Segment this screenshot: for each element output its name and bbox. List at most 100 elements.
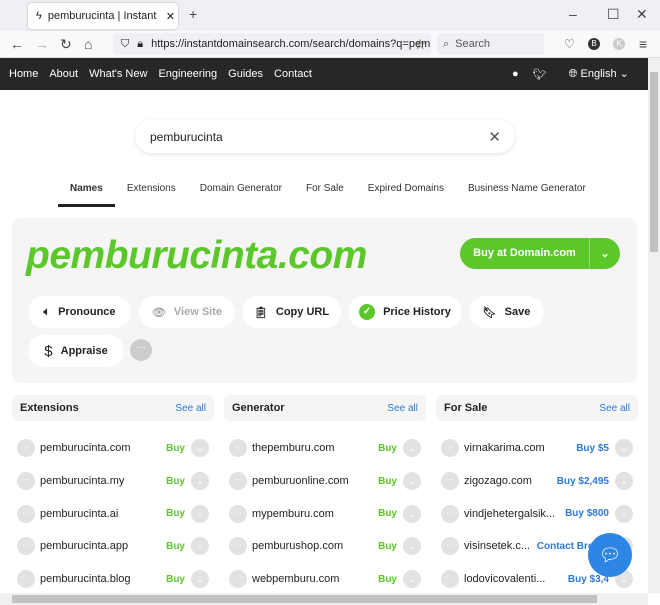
browser-tab[interactable]: ϟ pemburucinta | Instant Domain ✕ bbox=[28, 3, 178, 29]
buy-link[interactable]: Buy bbox=[378, 443, 397, 454]
copy-url-button[interactable]: 📋︎ Copy URL bbox=[242, 296, 341, 328]
domain-name[interactable]: pemburucinta.com bbox=[40, 442, 160, 454]
home-icon[interactable]: ⌂ bbox=[84, 36, 92, 52]
buy-link[interactable]: Buy $5 bbox=[576, 443, 609, 454]
chevron-down-icon[interactable]: ⌄ bbox=[615, 472, 633, 491]
buy-at-domain-button[interactable]: Buy at Domain.com ⌄ bbox=[460, 238, 620, 269]
domain-row[interactable]: ··· mypemburu.com Buy ⌄ bbox=[224, 497, 426, 530]
chevron-down-icon[interactable]: ⌄ bbox=[191, 537, 209, 556]
clear-icon[interactable]: ✕ bbox=[488, 128, 501, 146]
twitter-icon[interactable]: 🐦︎ bbox=[533, 68, 547, 81]
domain-row[interactable]: ··· pemburuonline.com Buy ⌄ bbox=[224, 465, 426, 498]
nav-about[interactable]: About bbox=[49, 68, 78, 80]
url-bar[interactable]: ⛉ 🔒︎ https://instantdomainsearch.com/sea… bbox=[113, 33, 431, 55]
price-history-button[interactable]: ✓ Price History bbox=[348, 296, 462, 328]
forward-icon[interactable]: → bbox=[35, 36, 49, 52]
domain-row[interactable]: ··· vindjehetergalsik... Buy $800 ⌄ bbox=[436, 497, 638, 530]
chevron-down-icon[interactable]: ⌄ bbox=[191, 439, 209, 458]
buy-link[interactable]: Buy bbox=[166, 574, 185, 585]
more-icon[interactable]: ··· bbox=[441, 439, 459, 458]
tab-business-name-generator[interactable]: Business Name Generator bbox=[456, 180, 598, 207]
nav-home[interactable]: Home bbox=[9, 68, 38, 80]
nav-contact[interactable]: Contact bbox=[274, 68, 312, 80]
more-icon[interactable]: ··· bbox=[229, 504, 247, 523]
more-icon[interactable]: ··· bbox=[17, 472, 35, 491]
nav-guides[interactable]: Guides bbox=[228, 68, 263, 80]
domain-name[interactable]: pemburucinta.my bbox=[40, 475, 160, 487]
appraise-button[interactable]: $ Appraise bbox=[28, 335, 124, 367]
extension-k-icon[interactable]: K bbox=[613, 38, 625, 50]
more-icon[interactable]: ··· bbox=[229, 570, 247, 589]
domain-row[interactable]: ··· virnakarima.com Buy $5 ⌄ bbox=[436, 432, 638, 465]
chevron-down-icon[interactable]: ⌄ bbox=[191, 570, 209, 589]
domain-name[interactable]: virnakarima.com bbox=[464, 442, 570, 454]
see-all-link[interactable]: See all bbox=[599, 403, 630, 414]
github-icon[interactable]: ● bbox=[512, 68, 519, 80]
domain-name[interactable]: pemburuonline.com bbox=[252, 475, 372, 487]
more-icon[interactable]: ··· bbox=[229, 472, 247, 491]
tab-domain-generator[interactable]: Domain Generator bbox=[188, 180, 294, 207]
domain-name[interactable]: zigozago.com bbox=[464, 475, 551, 487]
domain-name[interactable]: pemburucinta.ai bbox=[40, 508, 160, 520]
chevron-down-icon[interactable]: ⌄ bbox=[403, 570, 421, 589]
buy-link[interactable]: Buy bbox=[166, 541, 185, 552]
see-all-link[interactable]: See all bbox=[387, 403, 418, 414]
domain-name[interactable]: visinsetek.c... bbox=[464, 540, 531, 552]
menu-icon[interactable]: ≡ bbox=[639, 36, 647, 52]
domain-name[interactable]: vindjehetergalsik... bbox=[464, 508, 559, 520]
see-all-link[interactable]: See all bbox=[175, 403, 206, 414]
more-icon[interactable]: ··· bbox=[229, 537, 247, 556]
chevron-down-icon[interactable]: ⌄ bbox=[191, 472, 209, 491]
save-button[interactable]: 🔖︎ Save bbox=[469, 296, 544, 328]
more-icon[interactable]: ··· bbox=[441, 537, 459, 556]
new-tab-icon[interactable]: + bbox=[189, 6, 197, 22]
domain-row[interactable]: ··· pemburucinta.ai Buy ⌄ bbox=[12, 497, 214, 530]
pocket-icon[interactable]: ♡ bbox=[564, 37, 575, 51]
chevron-down-icon[interactable]: ⌄ bbox=[590, 247, 620, 260]
more-icon[interactable]: ··· bbox=[130, 339, 152, 361]
extension-b-icon[interactable]: B bbox=[588, 38, 600, 50]
domain-name[interactable]: pemburucinta.blog bbox=[40, 573, 160, 585]
domain-search-input[interactable]: pemburucinta ✕ bbox=[135, 120, 515, 153]
chevron-down-icon[interactable]: ⌄ bbox=[615, 504, 633, 523]
language-selector[interactable]: 🌐︎ English ⌄ bbox=[569, 67, 629, 81]
domain-row[interactable]: ··· pemburucinta.com Buy ⌄ bbox=[12, 432, 214, 465]
more-icon[interactable]: ··· bbox=[17, 504, 35, 523]
domain-name[interactable]: pemburucinta.app bbox=[40, 540, 160, 552]
buy-link[interactable]: Buy $800 bbox=[565, 508, 609, 519]
domain-row[interactable]: ··· zigozago.com Buy $2,495 ⌄ bbox=[436, 465, 638, 498]
more-icon[interactable]: ··· bbox=[441, 570, 459, 589]
tab-expired-domains[interactable]: Expired Domains bbox=[356, 180, 456, 207]
more-icon[interactable]: ··· bbox=[441, 504, 459, 523]
maximize-icon[interactable]: ☐ bbox=[607, 6, 620, 23]
domain-row[interactable]: ··· webpemburu.com Buy ⌄ bbox=[224, 563, 426, 596]
nav-whats-new[interactable]: What's New bbox=[89, 68, 147, 80]
tab-for-sale[interactable]: For Sale bbox=[294, 180, 356, 207]
chevron-down-icon[interactable]: ⌄ bbox=[403, 472, 421, 491]
buy-link[interactable]: Buy bbox=[378, 476, 397, 487]
more-icon[interactable]: ··· bbox=[17, 439, 35, 458]
vertical-scroll-thumb[interactable] bbox=[650, 72, 658, 252]
chat-button[interactable]: 💬︎ bbox=[588, 533, 632, 577]
buy-link[interactable]: Buy bbox=[378, 541, 397, 552]
buy-link[interactable]: Buy bbox=[378, 508, 397, 519]
domain-name[interactable]: pemburushop.com bbox=[252, 540, 372, 552]
chevron-down-icon[interactable]: ⌄ bbox=[615, 439, 633, 458]
chevron-down-icon[interactable]: ⌄ bbox=[191, 504, 209, 523]
horizontal-scroll-thumb[interactable] bbox=[12, 595, 597, 603]
domain-row[interactable]: ··· thepemburu.com Buy ⌄ bbox=[224, 432, 426, 465]
domain-name[interactable]: mypemburu.com bbox=[252, 508, 372, 520]
close-tab-icon[interactable]: ✕ bbox=[166, 10, 175, 23]
close-window-icon[interactable]: ✕ bbox=[636, 6, 648, 23]
nav-engineering[interactable]: Engineering bbox=[158, 68, 217, 80]
buy-link[interactable]: Buy bbox=[166, 443, 185, 454]
more-icon[interactable]: ··· bbox=[229, 439, 247, 458]
tab-extensions[interactable]: Extensions bbox=[115, 180, 188, 207]
chevron-down-icon[interactable]: ⌄ bbox=[403, 504, 421, 523]
buy-link[interactable]: Buy bbox=[166, 508, 185, 519]
minimize-icon[interactable]: – bbox=[569, 6, 577, 22]
chevron-down-icon[interactable]: ⌄ bbox=[403, 537, 421, 556]
domain-name[interactable]: thepemburu.com bbox=[252, 442, 372, 454]
buy-link[interactable]: Buy $2,495 bbox=[557, 476, 609, 487]
domain-row[interactable]: ··· pemburucinta.blog Buy ⌄ bbox=[12, 563, 214, 596]
